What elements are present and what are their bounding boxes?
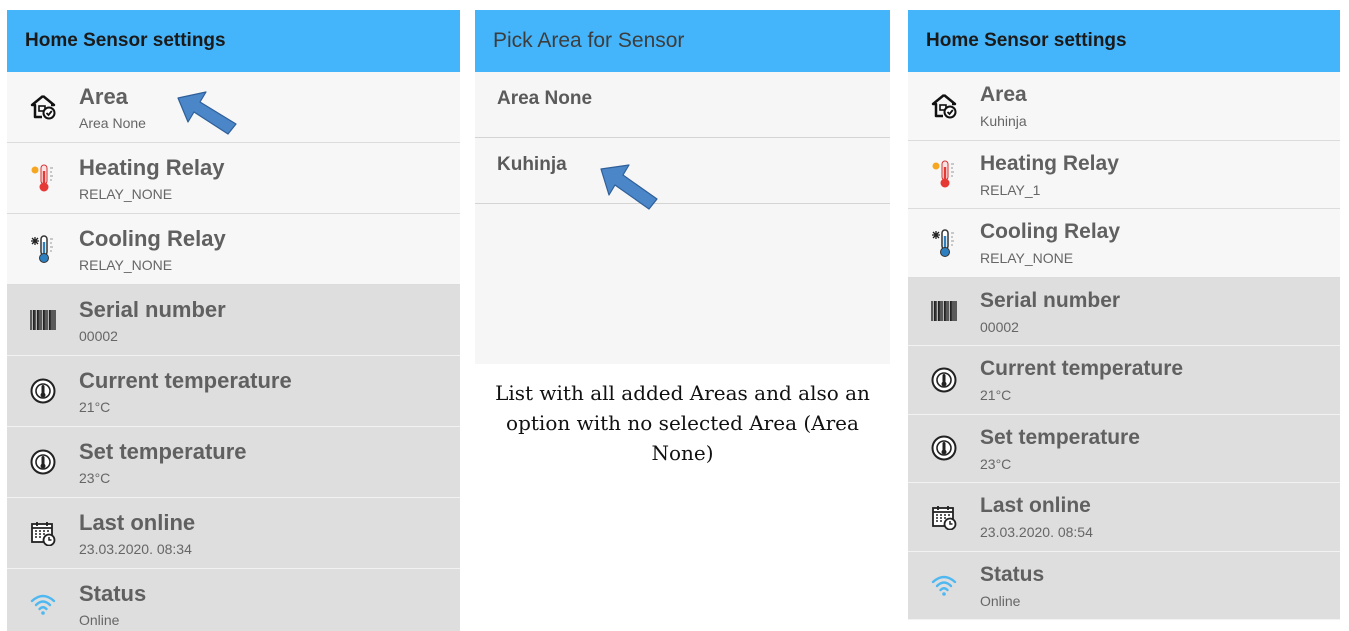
area-option-none[interactable]: Area None	[475, 72, 890, 138]
thermostat-dial-icon	[30, 378, 56, 404]
home-area-icon	[30, 94, 56, 120]
barcode-icon	[30, 309, 56, 331]
setting-row-heating-relay[interactable]: Heating Relay RELAY_1	[908, 140, 1340, 209]
setting-row-cooling-relay[interactable]: Cooling Relay RELAY_NONE	[908, 209, 1340, 278]
page-title: Home Sensor settings	[926, 30, 1127, 51]
row-title: Current temperature	[79, 367, 292, 393]
row-title: Current temperature	[980, 357, 1184, 381]
row-title: Cooling Relay	[79, 225, 226, 251]
row-value: Online	[79, 611, 120, 628]
row-value: 00002	[79, 327, 118, 344]
area-option-label: Area None	[497, 88, 593, 109]
setting-row-cooling-relay[interactable]: Cooling Relay RELAY_NONE	[7, 214, 460, 285]
row-title: Cooling Relay	[980, 220, 1121, 244]
row-value: Kuhinja	[980, 113, 1027, 130]
calendar-clock-icon	[31, 521, 56, 546]
page-title: Home Sensor settings	[25, 30, 226, 51]
area-option-kuhinja[interactable]: Kuhinja	[475, 138, 890, 204]
wifi-icon	[931, 576, 957, 598]
row-value: 23.03.2020. 08:54	[980, 524, 1093, 541]
thermometer-hot-icon	[31, 164, 54, 192]
row-value: 21°C	[980, 387, 1012, 404]
pick-area-dialog: Pick Area for Sensor Area None Kuhinja	[475, 10, 890, 364]
setting-row-last-online: Last online 23.03.2020. 08:54	[908, 483, 1340, 552]
row-value: Area None	[79, 114, 146, 131]
row-title: Last online	[980, 494, 1091, 518]
annotation-arrow	[600, 164, 658, 210]
row-title: Heating Relay	[980, 151, 1119, 175]
setting-row-current-temperature: Current temperature 21°C	[908, 346, 1340, 415]
setting-row-current-temperature: Current temperature 21°C	[7, 356, 460, 427]
app-bar: Home Sensor settings	[908, 10, 1340, 72]
setting-row-area[interactable]: Area Kuhinja	[908, 72, 1340, 141]
area-option-label: Kuhinja	[497, 154, 567, 175]
thermometer-cold-icon	[931, 229, 955, 257]
thermometer-cold-icon	[30, 235, 54, 264]
row-value: 23.03.2020. 08:34	[79, 540, 192, 557]
row-value: Online	[980, 592, 1021, 609]
setting-row-status: Status Online	[7, 569, 460, 631]
row-value: RELAY_1	[980, 181, 1041, 198]
setting-row-heating-relay[interactable]: Heating Relay RELAY_NONE	[7, 143, 460, 214]
barcode-icon	[931, 300, 957, 322]
row-title: Status	[79, 580, 147, 606]
thermometer-hot-icon	[932, 160, 955, 189]
setting-row-serial-number: Serial number 00002	[908, 277, 1340, 346]
home-area-icon	[931, 93, 957, 119]
annotation-arrow	[177, 91, 237, 135]
dialog-title: Pick Area for Sensor	[493, 29, 685, 52]
row-value: RELAY_NONE	[980, 250, 1074, 267]
thermostat-dial-icon	[931, 367, 957, 393]
row-value: 00002	[980, 318, 1019, 335]
row-title: Serial number	[980, 288, 1121, 312]
thermostat-dial-icon	[931, 435, 957, 461]
row-title: Heating Relay	[79, 154, 225, 180]
dialog-title-bar: Pick Area for Sensor	[475, 10, 890, 72]
row-title: Set temperature	[980, 425, 1140, 449]
setting-row-set-temperature: Set temperature 23°C	[7, 427, 460, 498]
calendar-clock-icon	[932, 504, 957, 530]
app-bar: Home Sensor settings	[7, 10, 460, 72]
setting-row-serial-number: Serial number 00002	[7, 285, 460, 356]
row-value: 21°C	[79, 398, 111, 415]
row-title: Area	[980, 83, 1027, 107]
row-title: Last online	[79, 509, 196, 535]
row-title: Status	[980, 562, 1045, 586]
row-title: Area	[79, 83, 128, 109]
wifi-icon	[30, 594, 56, 616]
row-value: RELAY_NONE	[79, 185, 173, 202]
setting-row-set-temperature: Set temperature 23°C	[908, 414, 1340, 483]
thermostat-dial-icon	[30, 449, 56, 475]
row-value: 23°C	[980, 455, 1012, 472]
setting-row-status: Status Online	[908, 551, 1340, 620]
row-title: Serial number	[79, 296, 226, 322]
row-title: Set temperature	[79, 438, 247, 464]
setting-row-last-online: Last online 23.03.2020. 08:34	[7, 498, 460, 569]
row-value: RELAY_NONE	[79, 256, 173, 273]
caption-text: List with all added Areas and also an op…	[495, 381, 870, 465]
row-value: 23°C	[79, 469, 111, 486]
right-screen: Home Sensor settings Area Kuhinja Heatin…	[908, 10, 1340, 631]
